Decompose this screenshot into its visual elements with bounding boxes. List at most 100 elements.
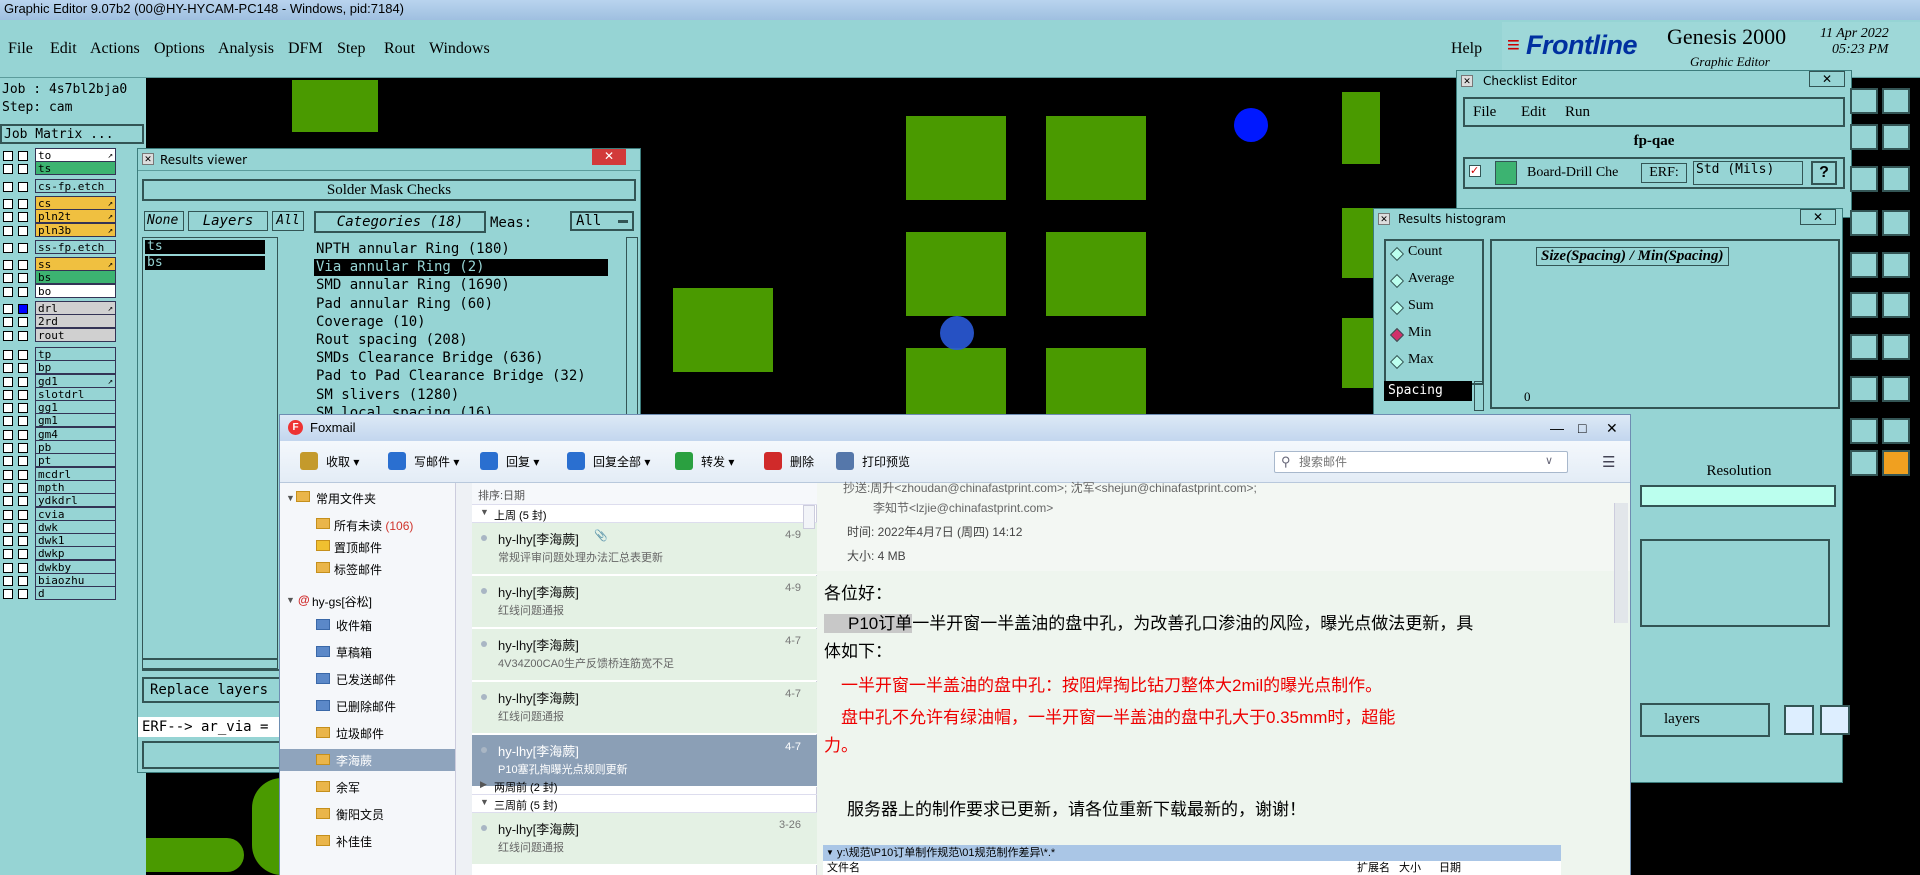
cursor-icon[interactable] — [1850, 334, 1878, 360]
layer-name[interactable]: tp — [35, 346, 116, 361]
layer-name[interactable]: pt — [35, 453, 116, 468]
folders-header[interactable]: 常用文件夹 — [316, 490, 376, 507]
close-icon[interactable]: ✕ — [1800, 209, 1836, 225]
folder-item[interactable]: 置顶邮件 — [316, 539, 382, 556]
layer-checkbox[interactable] — [18, 403, 28, 414]
list-item[interactable]: hy-lhy[李海蕨] 📎 4-9 常规评审问题处理办法汇总表更新 — [472, 523, 817, 575]
layer-checkbox[interactable] — [18, 242, 28, 253]
layer-checkbox[interactable] — [18, 522, 28, 533]
layer-icon[interactable] — [1882, 334, 1910, 360]
folder-item[interactable]: 已删除邮件 — [280, 695, 455, 717]
group-header[interactable]: ▶ 两周前 (2 封) — [472, 777, 817, 795]
layer-checkbox[interactable] — [3, 456, 13, 467]
menu-dfm[interactable]: DFM — [288, 40, 323, 58]
chevron-down-icon[interactable]: ▼ — [286, 493, 295, 503]
layer-checkbox[interactable] — [3, 212, 13, 223]
layer-name[interactable]: pb — [35, 440, 116, 454]
layer-checkbox[interactable] — [3, 181, 13, 192]
layer-item[interactable]: bs — [145, 256, 265, 270]
radio-min[interactable] — [1389, 327, 1405, 343]
layer-name[interactable]: bp — [35, 360, 116, 375]
layer-name[interactable]: ss-fp.etch — [35, 239, 116, 254]
zoom-icon[interactable] — [1850, 376, 1878, 402]
layer-checkbox[interactable] — [18, 549, 28, 560]
inbox-icon[interactable] — [300, 452, 318, 470]
layer-name[interactable]: gm1 — [35, 413, 116, 428]
layer-checkbox[interactable] — [3, 363, 13, 374]
layer-row-bo[interactable]: bo — [2, 283, 116, 299]
layer-item[interactable]: ts — [145, 240, 265, 254]
layer-name[interactable]: to ↗ — [35, 148, 116, 162]
toolbar-delete-button[interactable]: 删除 — [790, 454, 814, 470]
reading-scrollbar[interactable] — [1614, 503, 1628, 623]
layer-name[interactable]: cs-fp.etch — [35, 178, 116, 193]
layer-name[interactable]: gd1 ↗ — [35, 373, 116, 388]
layer-checkbox[interactable] — [18, 589, 28, 600]
meas-select[interactable]: All — [570, 211, 634, 231]
grid-icon[interactable] — [1882, 124, 1910, 150]
group-header[interactable]: ▼ 上周 (5 封) — [472, 505, 817, 523]
layer-row-pln3b[interactable]: pln3b ↗ — [2, 222, 116, 238]
snap-icon[interactable] — [1882, 166, 1910, 192]
layer-name[interactable]: ydkdrl — [35, 493, 116, 508]
list-item[interactable]: hy-lhy[李海蕨] 4-7 红线问题通报 — [472, 682, 817, 734]
layer-checkbox[interactable] — [3, 416, 13, 427]
resolution-slider[interactable] — [1640, 485, 1836, 507]
layer-checkbox[interactable] — [3, 198, 13, 209]
layer-name[interactable]: biaozhu — [35, 573, 116, 587]
layer-checkbox[interactable] — [18, 416, 28, 427]
menu-actions[interactable]: Actions — [90, 40, 140, 58]
menu-edit[interactable]: Edit — [50, 40, 77, 58]
measure-icon[interactable] — [1882, 418, 1910, 444]
reply-icon[interactable] — [480, 452, 498, 470]
close-icon[interactable]: ✕ — [592, 149, 626, 165]
erf-value[interactable]: Std (Mils) — [1693, 161, 1803, 185]
category-item[interactable]: Rout spacing (208) — [314, 332, 608, 349]
toolbar-reply-all-button[interactable]: 回复全部 ▾ — [593, 454, 650, 470]
radio-average[interactable] — [1389, 273, 1405, 289]
layer-name[interactable]: rout — [35, 327, 116, 342]
layer-checkbox[interactable] — [3, 260, 13, 271]
layer-checkbox[interactable] — [18, 286, 28, 297]
account-node[interactable]: ▼ @ hy-gs[谷松] — [286, 593, 372, 610]
folder-item[interactable]: 所有未读 (106) — [316, 517, 413, 534]
layer-name[interactable]: drl ↗ — [35, 301, 116, 315]
layer-name[interactable]: ss ↗ — [35, 257, 116, 272]
layer-name[interactable]: cs ↗ — [35, 195, 116, 210]
folder-item[interactable]: 衡阳文员 — [280, 803, 455, 825]
folder-item[interactable]: 标签邮件 — [316, 561, 382, 578]
layer-checkbox[interactable] — [3, 576, 13, 586]
measure-icon[interactable] — [1850, 166, 1878, 192]
filter-icon[interactable] — [1882, 252, 1910, 278]
layer-checkbox[interactable] — [3, 225, 13, 236]
category-item[interactable]: Pad annular Ring (60) — [314, 296, 608, 313]
folder-item[interactable]: 收件箱 — [280, 614, 455, 636]
layer-checkbox[interactable] — [3, 429, 13, 440]
folder-item[interactable]: 余军 — [280, 776, 455, 798]
layer-checkbox[interactable] — [18, 496, 28, 507]
layer-checkbox[interactable] — [3, 589, 13, 600]
toolbar-reply-button[interactable]: 回复 ▾ — [506, 454, 539, 470]
folder-item[interactable]: 已发送邮件 — [280, 668, 455, 690]
layer-checkbox[interactable] — [18, 317, 28, 328]
replace-layers-button[interactable]: Replace layers — [142, 677, 302, 703]
help-icon[interactable] — [1882, 376, 1910, 402]
category-item[interactable]: Coverage (10) — [314, 314, 608, 331]
list-item[interactable]: hy-lhy[李海蕨] 4-9 红线问题通报 — [472, 576, 817, 628]
layer-checkbox[interactable] — [18, 225, 28, 236]
toolbar-forward-button[interactable]: 转发 ▾ — [701, 454, 734, 470]
folder-item[interactable]: 垃圾邮件 — [280, 722, 455, 744]
layer-checkbox[interactable] — [3, 317, 13, 328]
layer-checkbox[interactable] — [18, 212, 28, 223]
layer-checkbox[interactable] — [18, 349, 28, 360]
layer-name[interactable]: dwk — [35, 519, 116, 534]
feature-icon[interactable] — [1850, 210, 1878, 236]
measure-scrollbar[interactable] — [1474, 381, 1484, 411]
none-button[interactable]: None — [144, 211, 184, 231]
layer-name[interactable]: gm4 — [35, 426, 116, 441]
feature-icon[interactable] — [1882, 450, 1910, 476]
grid-icon[interactable] — [1850, 418, 1878, 444]
group-header[interactable]: ▼ 三周前 (5 封) — [472, 795, 817, 813]
toolbar-print-button[interactable]: 打印预览 — [862, 454, 910, 470]
layers-scrollbar[interactable] — [142, 659, 278, 669]
